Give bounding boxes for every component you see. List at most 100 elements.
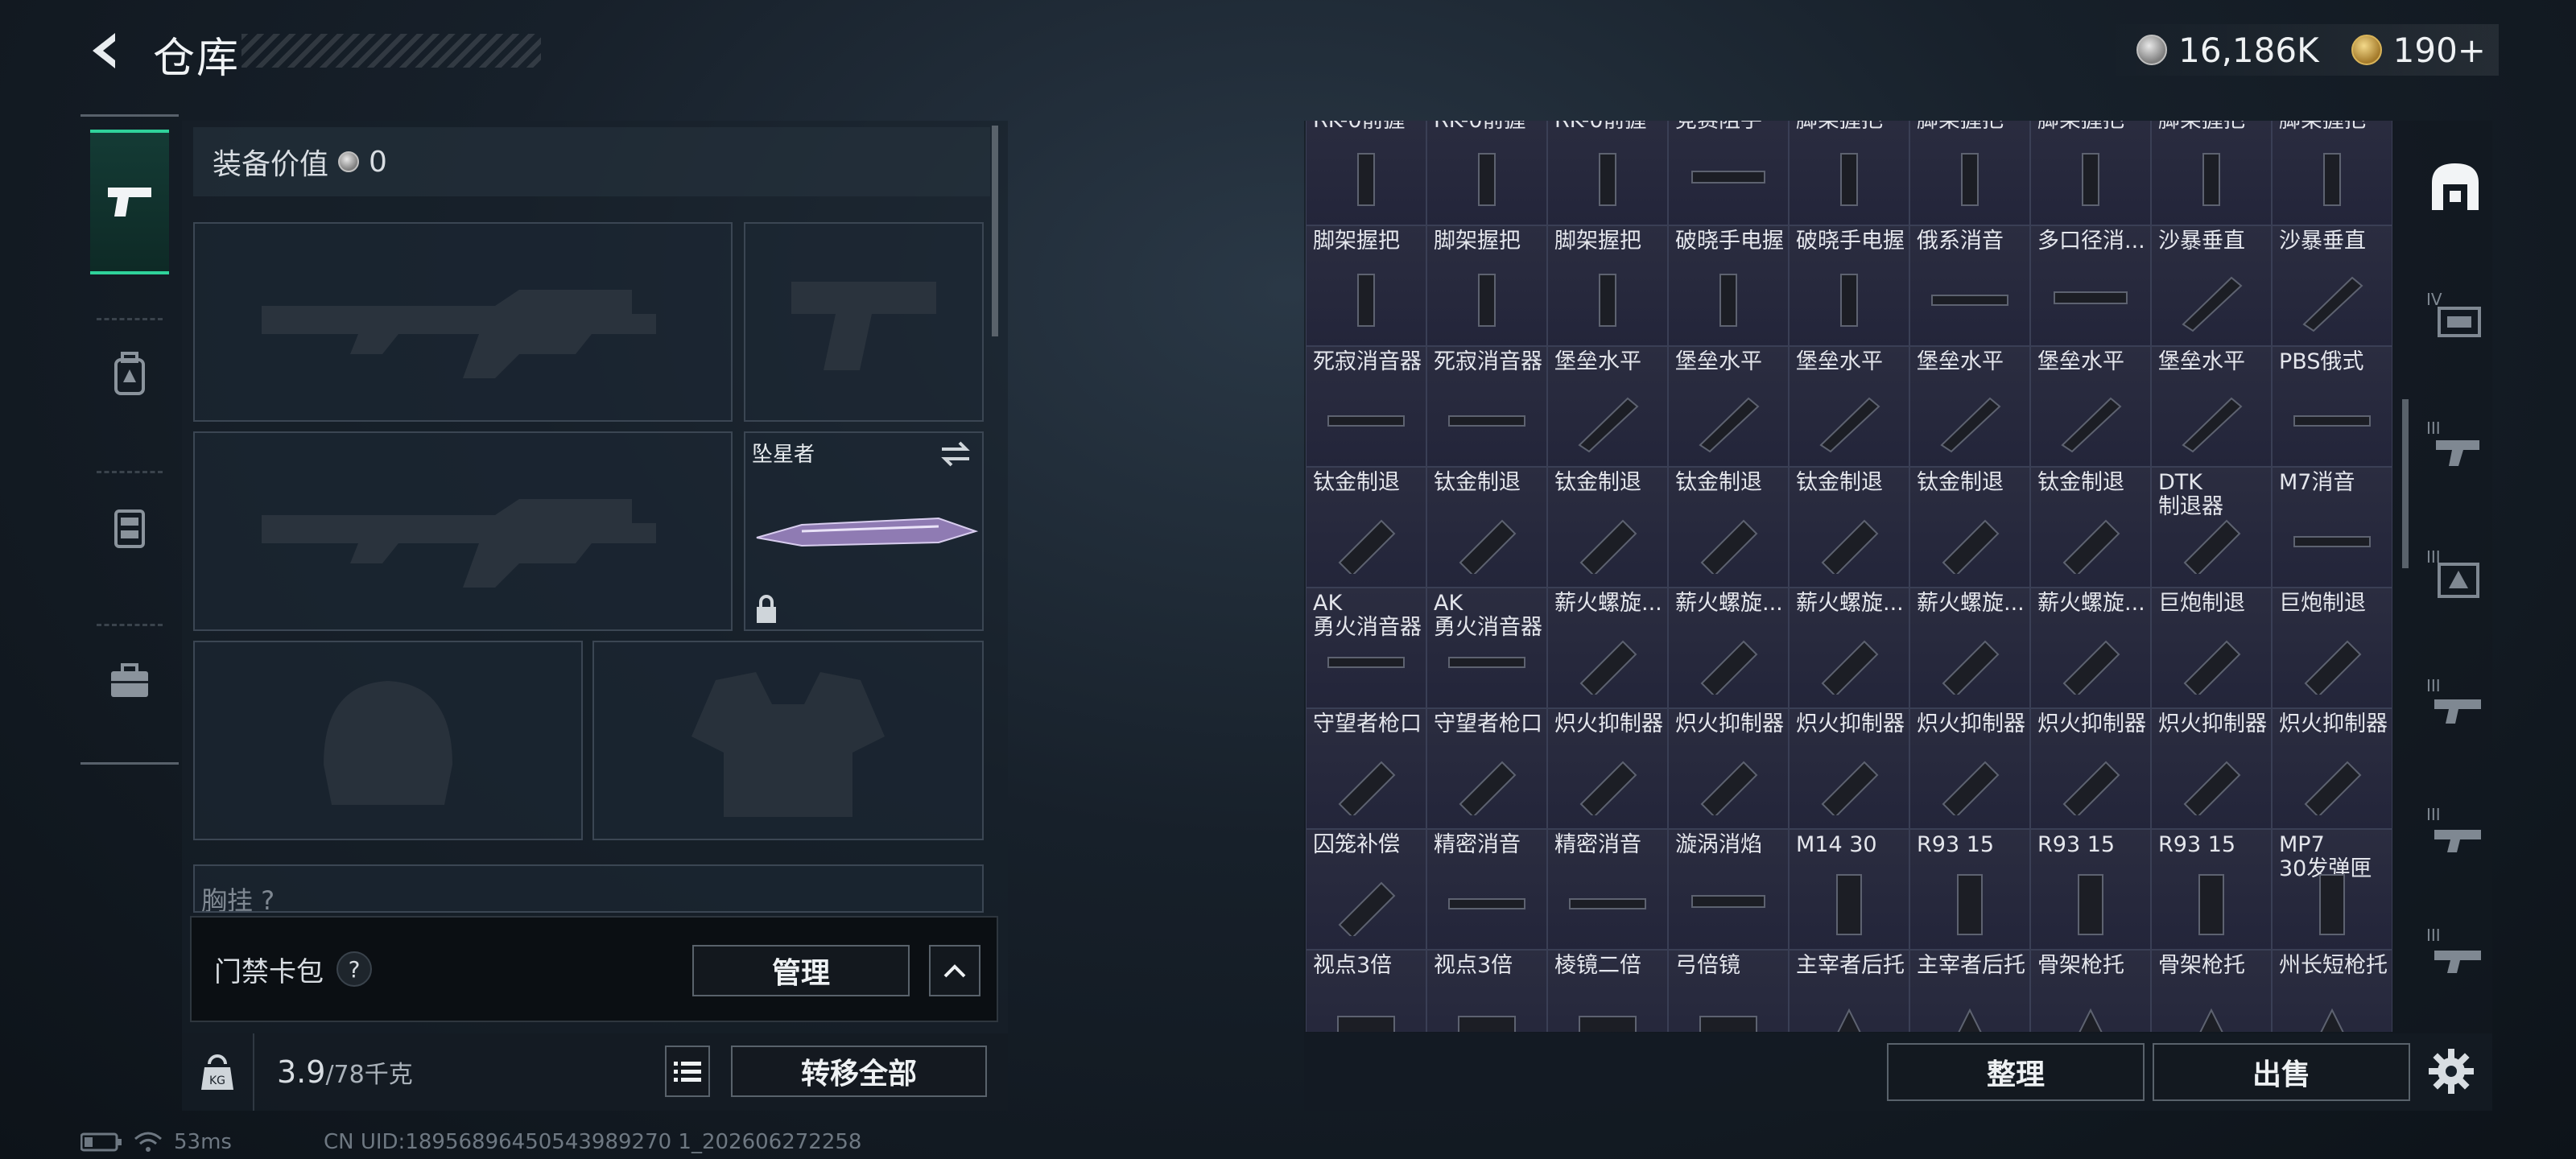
inventory-item-cell[interactable]: R93 15 xyxy=(1909,829,2030,950)
inventory-item-cell[interactable]: 钛金制退 xyxy=(1909,467,2030,588)
secondary-weapon-slot[interactable] xyxy=(193,431,733,631)
filter-tab-all[interactable] xyxy=(2421,153,2489,221)
expand-button[interactable] xyxy=(929,945,980,996)
inventory-item-cell[interactable]: 竞赛阻手 xyxy=(1668,121,1789,225)
inventory-item-cell[interactable]: 薪火螺旋... xyxy=(1789,588,1909,708)
inventory-item-cell[interactable]: 脚架握把 xyxy=(1909,121,2030,225)
inventory-item-cell[interactable]: 主宰者后托 xyxy=(1789,950,1909,1032)
filter-tab-weapons[interactable]: III xyxy=(2421,410,2489,478)
melee-slot[interactable]: 坠星者 xyxy=(744,431,984,631)
inventory-item-cell[interactable]: 脚架握把 xyxy=(1547,225,1668,346)
inventory-item-cell[interactable]: 炽火抑制器 xyxy=(2030,708,2151,829)
inventory-item-cell[interactable]: 多口径消... xyxy=(2030,225,2151,346)
inventory-item-cell[interactable]: 脚架握把 xyxy=(1789,121,1909,225)
settings-button[interactable] xyxy=(2425,1045,2478,1098)
inventory-item-cell[interactable]: 钛金制退 xyxy=(1789,467,1909,588)
inventory-item-cell[interactable]: 钛金制退 xyxy=(1306,467,1426,588)
inventory-item-cell[interactable]: 守望者枪口 xyxy=(1306,708,1426,829)
inventory-item-cell[interactable]: 炽火抑制器 xyxy=(1668,708,1789,829)
inventory-item-cell[interactable]: 薪火螺旋... xyxy=(1668,588,1789,708)
inventory-item-cell[interactable]: RK-0前握 xyxy=(1547,121,1668,225)
inventory-item-cell[interactable]: 钛金制退 xyxy=(1547,467,1668,588)
inventory-item-cell[interactable]: 州长短枪托 xyxy=(2272,950,2392,1032)
inventory-item-cell[interactable]: 守望者枪口 xyxy=(1426,708,1547,829)
inventory-item-cell[interactable]: 囚笼补偿 xyxy=(1306,829,1426,950)
inventory-item-cell[interactable]: 骨架枪托 xyxy=(2151,950,2272,1032)
category-chest-rig[interactable] xyxy=(90,479,169,575)
inventory-item-cell[interactable]: 骨架枪托 xyxy=(2030,950,2151,1032)
inventory-item-cell[interactable]: M7消音 xyxy=(2272,467,2392,588)
list-view-button[interactable] xyxy=(665,1046,710,1097)
inventory-item-cell[interactable]: 堡垒水平 xyxy=(1789,346,1909,467)
inventory-item-cell[interactable]: 精密消音 xyxy=(1426,829,1547,950)
inventory-item-cell[interactable]: 沙暴垂直 xyxy=(2151,225,2272,346)
back-button[interactable] xyxy=(77,23,134,79)
chest-rig-slot[interactable]: 胸挂 ? xyxy=(193,864,984,913)
inventory-item-cell[interactable]: 钛金制退 xyxy=(2030,467,2151,588)
category-backpack[interactable] xyxy=(90,326,169,423)
inventory-item-cell[interactable]: 脚架握把 xyxy=(2272,121,2392,225)
body-armor-slot[interactable] xyxy=(592,641,984,840)
inventory-item-cell[interactable]: 炽火抑制器 xyxy=(1789,708,1909,829)
inventory-item-cell[interactable]: 堡垒水平 xyxy=(2151,346,2272,467)
helmet-slot[interactable] xyxy=(193,641,583,840)
inventory-item-cell[interactable]: 炽火抑制器 xyxy=(1909,708,2030,829)
inventory-item-cell[interactable]: 钛金制退 xyxy=(1668,467,1789,588)
inventory-item-cell[interactable]: RK-0前握 xyxy=(1306,121,1426,225)
inventory-item-cell[interactable]: DTK 制退器 xyxy=(2151,467,2272,588)
inventory-item-cell[interactable]: 巨炮制退 xyxy=(2151,588,2272,708)
inventory-item-cell[interactable]: 破晓手电握 xyxy=(1668,225,1789,346)
filter-tab-attachments[interactable]: IV xyxy=(2421,282,2489,349)
category-safebox[interactable] xyxy=(90,632,169,728)
inventory-item-cell[interactable]: 弓倍镜 xyxy=(1668,950,1789,1032)
primary-weapon-slot[interactable] xyxy=(193,222,733,422)
inventory-item-cell[interactable]: 炽火抑制器 xyxy=(2151,708,2272,829)
inventory-item-cell[interactable]: 堡垒水平 xyxy=(2030,346,2151,467)
sidearm-slot[interactable] xyxy=(744,222,984,422)
inventory-item-cell[interactable]: 炽火抑制器 xyxy=(2272,708,2392,829)
filter-tab-misc[interactable]: III xyxy=(2421,918,2489,985)
category-weapons[interactable] xyxy=(90,130,169,274)
swap-icon[interactable] xyxy=(939,439,972,468)
sell-button[interactable]: 出售 xyxy=(2153,1043,2410,1101)
inventory-item-cell[interactable]: 漩涡消焰 xyxy=(1668,829,1789,950)
sort-button[interactable]: 整理 xyxy=(1887,1043,2145,1101)
equipment-scrollbar[interactable] xyxy=(992,126,998,336)
inventory-item-cell[interactable]: 俄系消音 xyxy=(1909,225,2030,346)
inventory-item-cell[interactable]: 破晓手电握 xyxy=(1789,225,1909,346)
inventory-item-cell[interactable]: AK 勇火消音器 xyxy=(1306,588,1426,708)
inventory-item-cell[interactable]: R93 15 xyxy=(2151,829,2272,950)
inventory-item-cell[interactable]: M14 30 xyxy=(1789,829,1909,950)
inventory-item-cell[interactable]: 棱镜二倍 xyxy=(1547,950,1668,1032)
inventory-item-cell[interactable]: AK 勇火消音器 xyxy=(1426,588,1547,708)
manage-button[interactable]: 管理 xyxy=(692,945,910,996)
inventory-item-cell[interactable]: 钛金制退 xyxy=(1426,467,1547,588)
inventory-item-cell[interactable]: 主宰者后托 xyxy=(1909,950,2030,1032)
help-button[interactable]: ? xyxy=(336,951,372,987)
inventory-item-cell[interactable]: 脚架握把 xyxy=(2151,121,2272,225)
inventory-item-cell[interactable]: 死寂消音器 xyxy=(1306,346,1426,467)
inventory-item-cell[interactable]: 薪火螺旋... xyxy=(1909,588,2030,708)
inventory-item-cell[interactable]: 薪火螺旋... xyxy=(2030,588,2151,708)
inventory-item-cell[interactable]: 堡垒水平 xyxy=(1668,346,1789,467)
inventory-item-cell[interactable]: PBS俄式 xyxy=(2272,346,2392,467)
filter-tab-armor[interactable]: III xyxy=(2421,539,2489,607)
transfer-all-button[interactable]: 转移全部 xyxy=(731,1046,987,1097)
inventory-item-cell[interactable]: 视点3倍 xyxy=(1426,950,1547,1032)
inventory-item-cell[interactable]: 堡垒水平 xyxy=(1909,346,2030,467)
inventory-item-cell[interactable]: 精密消音 xyxy=(1547,829,1668,950)
inventory-item-cell[interactable]: 沙暴垂直 xyxy=(2272,225,2392,346)
inventory-item-cell[interactable]: 巨炮制退 xyxy=(2272,588,2392,708)
inventory-item-cell[interactable]: MP7 30发弹匣 xyxy=(2272,829,2392,950)
inventory-item-cell[interactable]: 堡垒水平 xyxy=(1547,346,1668,467)
inventory-item-cell[interactable]: 视点3倍 xyxy=(1306,950,1426,1032)
filter-tab-ammo[interactable]: III xyxy=(2421,797,2489,864)
inventory-item-cell[interactable]: 炽火抑制器 xyxy=(1547,708,1668,829)
inventory-item-cell[interactable]: R93 15 xyxy=(2030,829,2151,950)
inventory-item-cell[interactable]: 薪火螺旋... xyxy=(1547,588,1668,708)
inventory-item-cell[interactable]: 死寂消音器 xyxy=(1426,346,1547,467)
inventory-item-cell[interactable]: 脚架握把 xyxy=(2030,121,2151,225)
filter-tab-gear[interactable]: III xyxy=(2421,668,2489,736)
inventory-item-cell[interactable]: 脚架握把 xyxy=(1426,225,1547,346)
inventory-item-cell[interactable]: 脚架握把 xyxy=(1306,225,1426,346)
